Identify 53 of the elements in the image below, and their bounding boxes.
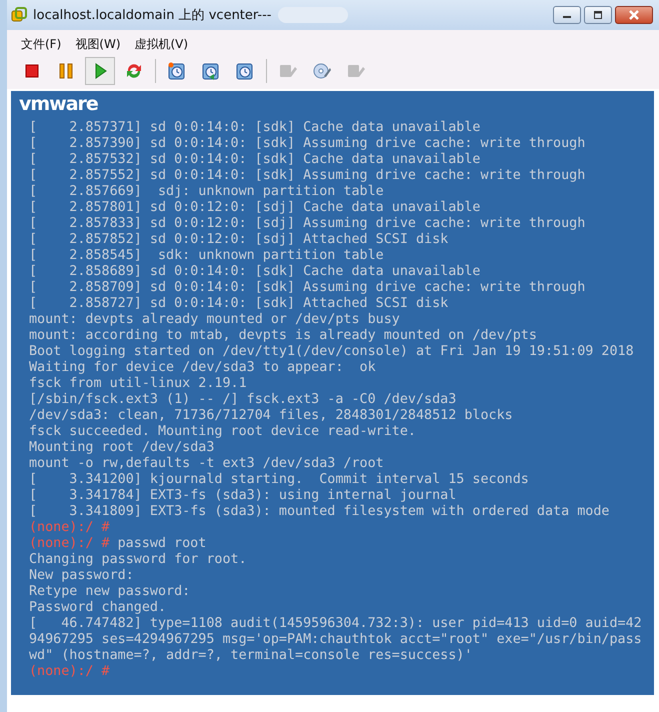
console-line: wd" (hostname=?, addr=?, terminal=console res=success)' [29, 648, 472, 663]
console-line: [ 46.747482] type=1108 audit(1459596304.732:3): user pid=413 uid=0 auid=42 [29, 616, 642, 631]
console-line: [ 3.341809] EXT3-fs (sda3): mounted filesystem with ordered data mode [29, 504, 610, 519]
console-line: [ 3.341784] EXT3-fs (sda3): using internal journal [29, 488, 456, 503]
shell-prompt: (none):/ # [29, 664, 110, 679]
clock-icon [167, 61, 187, 81]
console-line: mount: devpts already mounted or /dev/pts busy [29, 312, 400, 327]
maximize-icon [592, 11, 604, 19]
console-line: passwd root [118, 536, 206, 551]
vmware-logo: vmware [19, 95, 98, 113]
console-line: fsck from util-linux 2.19.1 [29, 376, 247, 391]
menu-item[interactable]: 文件(F) [21, 36, 62, 53]
blurred-region [278, 7, 348, 23]
console-line: [ 2.858727] sd 0:0:14:0: [sdk] Attached SCSI disk [29, 296, 448, 311]
console-line: Waiting for device /dev/sda3 to appear: ok [29, 360, 376, 375]
app-icon [11, 7, 27, 23]
console-line: [ 2.857833] sd 0:0:12:0: [sdj] Assuming drive cache: write through [29, 216, 586, 231]
menu-item[interactable]: 视图(W) [75, 36, 120, 53]
console-line: [ 3.341200] kjournald starting. Commit interval 15 seconds [29, 472, 529, 487]
console-line: [/sbin/fsck.ext3 (1) -- /] fsck.ext3 -a -C0 /dev/sda3 [29, 392, 456, 407]
console-line: [ 2.857390] sd 0:0:14:0: [sdk] Assuming drive cache: write through [29, 136, 586, 151]
console-line: mount -o rw,defaults -t ext3 /dev/sda3 /root [29, 456, 384, 471]
console-line: [ 2.857552] sd 0:0:14:0: [sdk] Assuming drive cache: write through [29, 168, 586, 183]
window-title: localhost.localdomain 上的 vcenter--- [33, 7, 272, 24]
console-line: Retype new password: [29, 584, 190, 599]
minimize-button[interactable] [553, 6, 581, 24]
console-line: [ 2.857801] sd 0:0:12:0: [sdj] Cache data unavailable [29, 200, 480, 215]
console-line: New password: [29, 568, 134, 583]
console-line: [ 2.857371] sd 0:0:14:0: [sdk] Cache data unavailable [29, 120, 480, 135]
console-line: [ 2.858709] sd 0:0:14:0: [sdk] Assuming drive cache: write through [29, 280, 586, 295]
shell-prompt: (none):/ # [29, 520, 110, 535]
shell-prompt: (none):/ # [29, 536, 110, 551]
console-line: Password changed. [29, 600, 166, 615]
console-line: Changing password for root. [29, 552, 247, 567]
console-line: [ 2.857669] sdj: unknown partition table [29, 184, 384, 199]
disc-icon [312, 61, 332, 81]
console-line: Mounting root /dev/sda3 [29, 440, 214, 455]
console-line: /dev/sda3: clean, 71736/712704 files, 2848301/2848512 blocks [29, 408, 513, 423]
clock-icon [235, 61, 255, 81]
console-line: 94967295 ses=4294967295 msg='op=PAM:chauthtok acct="root" exe="/usr/bin/pass [29, 632, 642, 647]
maximize-button[interactable] [584, 6, 612, 24]
menu-item[interactable]: 虚拟机(V) [134, 36, 188, 53]
console-line: [ 2.858689] sd 0:0:14:0: [sdk] Cache data unavailable [29, 264, 480, 279]
close-icon [628, 10, 640, 20]
console-line: mount: according to mtab, devpts is already mounted on /dev/pts [29, 328, 537, 343]
console-line: [ 2.857532] sd 0:0:14:0: [sdk] Cache data unavailable [29, 152, 480, 167]
console-line: fsck succeeded. Mounting root device read-write. [29, 424, 416, 439]
console-line: [ 2.858545] sdk: unknown partition table [29, 248, 384, 263]
close-button[interactable] [615, 6, 653, 24]
console-line: Boot logging started on /dev/tty1(/dev/console) at Fri Jan 19 19:51:09 2018 [29, 344, 634, 359]
console-line: [ 2.857852] sd 0:0:12:0: [sdj] Attached SCSI disk [29, 232, 448, 247]
toolbar-button[interactable] [85, 57, 115, 85]
clock-icon [201, 61, 221, 81]
